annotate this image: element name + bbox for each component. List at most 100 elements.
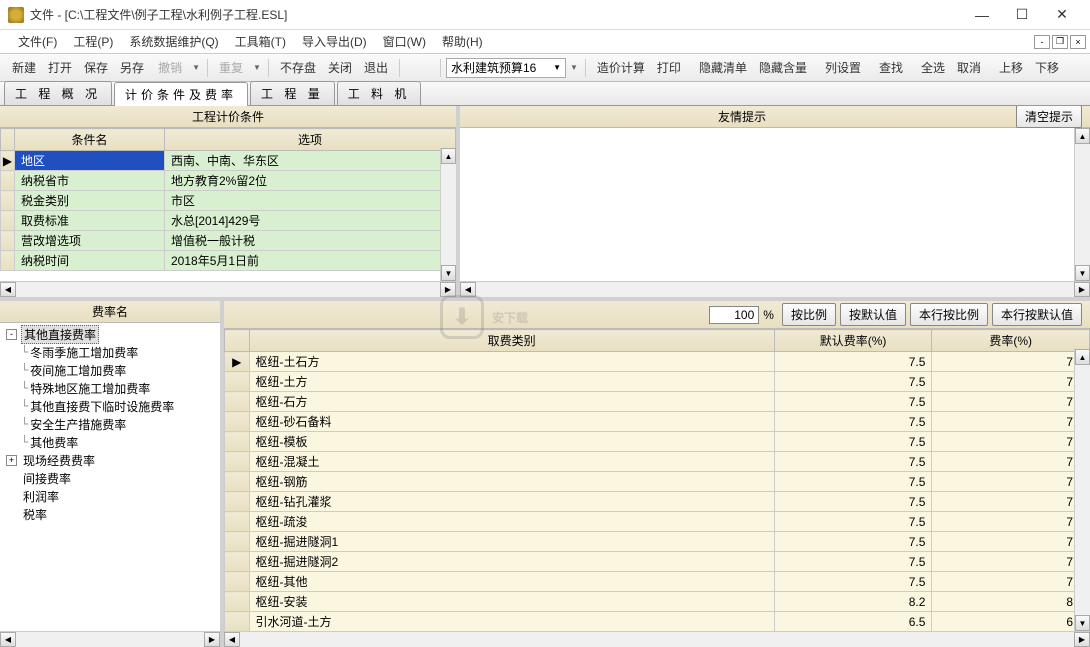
tab-3[interactable]: 工 料 机 bbox=[337, 81, 422, 105]
toolbar-新建[interactable]: 新建 bbox=[6, 59, 42, 77]
rate-tree[interactable]: -其他直接费率└冬雨季施工增加费率└夜间施工增加费率└特殊地区施工增加费率└其他… bbox=[0, 323, 220, 631]
tab-0[interactable]: 工 程 概 况 bbox=[4, 81, 112, 105]
conditions-col-value[interactable]: 选项 bbox=[165, 129, 456, 151]
scroll-left-icon[interactable]: ◀ bbox=[224, 632, 240, 647]
rate-row[interactable]: 枢纽-疏浚7.57.5 bbox=[225, 512, 1090, 532]
tips-hscroll[interactable]: ◀ ▶ bbox=[460, 281, 1090, 297]
mdi-minimize[interactable]: - bbox=[1034, 35, 1050, 49]
toolbar-关闭[interactable]: 关闭 bbox=[322, 59, 358, 77]
tree-node[interactable]: └其他费率 bbox=[2, 433, 218, 451]
scroll-up-icon[interactable]: ▲ bbox=[1075, 349, 1090, 365]
undo-dropdown-arrow[interactable]: ▼ bbox=[190, 63, 202, 72]
tree-node[interactable]: └冬雨季施工增加费率 bbox=[2, 343, 218, 361]
minimize-button[interactable]: — bbox=[962, 1, 1002, 29]
toolbar-退出[interactable]: 退出 bbox=[358, 59, 394, 77]
rate-row[interactable]: 枢纽-砂石备料7.57.5 bbox=[225, 412, 1090, 432]
tree-node[interactable]: -其他直接费率 bbox=[2, 325, 218, 343]
toolbar-隐藏清单[interactable]: 隐藏清单 bbox=[693, 59, 753, 77]
tree-node[interactable]: └其他直接费下临时设施费率 bbox=[2, 397, 218, 415]
menu-item-6[interactable]: 帮助(H) bbox=[434, 33, 491, 51]
rate-row[interactable]: 枢纽-钻孔灌浆7.57.5 bbox=[225, 492, 1090, 512]
template-dropdown[interactable]: 水利建筑预算16 ▼ bbox=[446, 58, 566, 78]
rate-row[interactable]: 枢纽-掘进隧洞27.57.5 bbox=[225, 552, 1090, 572]
toolbar-不存盘[interactable]: 不存盘 bbox=[274, 59, 322, 77]
scroll-right-icon[interactable]: ▶ bbox=[204, 632, 220, 647]
maximize-button[interactable]: ☐ bbox=[1002, 1, 1042, 29]
rate-btn-1[interactable]: 按默认值 bbox=[840, 303, 906, 326]
conditions-row[interactable]: 税金类别市区 bbox=[1, 191, 456, 211]
toolbar-下移[interactable]: 下移 bbox=[1029, 59, 1065, 77]
toolbar-查找[interactable]: 查找 bbox=[873, 59, 909, 77]
tree-node[interactable]: +现场经费费率 bbox=[2, 451, 218, 469]
menu-item-2[interactable]: 系统数据维护(Q) bbox=[121, 33, 226, 51]
scroll-down-icon[interactable]: ▼ bbox=[1075, 615, 1090, 631]
rate-btn-0[interactable]: 按比例 bbox=[782, 303, 836, 326]
rate-row[interactable]: 引水河道-土方6.56.5 bbox=[225, 612, 1090, 632]
conditions-row[interactable]: 纳税时间2018年5月1日前 bbox=[1, 251, 456, 271]
scroll-right-icon[interactable]: ▶ bbox=[440, 282, 456, 297]
rate-row[interactable]: 枢纽-石方7.57.5 bbox=[225, 392, 1090, 412]
redo-dropdown-arrow[interactable]: ▼ bbox=[251, 63, 263, 72]
redo-button[interactable]: 重复 bbox=[213, 57, 249, 78]
rate-row[interactable]: 枢纽-混凝土7.57.5 bbox=[225, 452, 1090, 472]
menu-item-5[interactable]: 窗口(W) bbox=[375, 33, 434, 51]
mdi-close[interactable]: × bbox=[1070, 35, 1086, 49]
tree-node[interactable]: 税率 bbox=[2, 505, 218, 523]
toolbar-打开[interactable]: 打开 bbox=[42, 59, 78, 77]
clear-tips-button[interactable]: 清空提示 bbox=[1016, 106, 1082, 128]
tree-node[interactable]: └安全生产措施费率 bbox=[2, 415, 218, 433]
toolbar-造价计算[interactable]: 造价计算 bbox=[591, 59, 651, 77]
scroll-left-icon[interactable]: ◀ bbox=[0, 632, 16, 647]
menu-item-1[interactable]: 工程(P) bbox=[65, 33, 121, 51]
tips-scrollbar[interactable]: ▲ ▼ bbox=[1074, 128, 1090, 281]
conditions-row[interactable]: 纳税省市地方教育2%留2位 bbox=[1, 171, 456, 191]
scroll-right-icon[interactable]: ▶ bbox=[1074, 632, 1090, 647]
rate-scrollbar[interactable]: ▲ ▼ bbox=[1074, 349, 1090, 631]
toolbar-打印[interactable]: 打印 bbox=[651, 59, 687, 77]
undo-button[interactable]: 撤销 bbox=[152, 57, 188, 78]
scroll-down-icon[interactable]: ▼ bbox=[441, 265, 456, 281]
mdi-restore[interactable]: ❐ bbox=[1052, 35, 1068, 49]
tree-node[interactable]: 利润率 bbox=[2, 487, 218, 505]
rate-percent-input[interactable] bbox=[709, 306, 759, 324]
conditions-grid[interactable]: 条件名 选项 ▶地区西南、中南、华东区纳税省市地方教育2%留2位税金类别市区取费… bbox=[0, 128, 456, 271]
conditions-row[interactable]: 营改增选项增值税一般计税 bbox=[1, 231, 456, 251]
tree-node[interactable]: 间接费率 bbox=[2, 469, 218, 487]
rate-row[interactable]: ▶枢纽-土石方7.57.5 bbox=[225, 352, 1090, 372]
rate-row[interactable]: 枢纽-其他7.57.5 bbox=[225, 572, 1090, 592]
rate-hscroll[interactable]: ◀ ▶ bbox=[224, 631, 1090, 647]
scroll-left-icon[interactable]: ◀ bbox=[460, 282, 476, 297]
tree-hscroll[interactable]: ◀ ▶ bbox=[0, 631, 220, 647]
conditions-row[interactable]: ▶地区西南、中南、华东区 bbox=[1, 151, 456, 171]
menu-item-4[interactable]: 导入导出(D) bbox=[294, 33, 375, 51]
rate-row[interactable]: 枢纽-安装8.28.2 bbox=[225, 592, 1090, 612]
close-button[interactable]: ✕ bbox=[1042, 1, 1082, 29]
toolbar-保存[interactable]: 保存 bbox=[78, 59, 114, 77]
scroll-left-icon[interactable]: ◀ bbox=[0, 282, 16, 297]
rate-col-rate[interactable]: 费率(%) bbox=[932, 330, 1090, 352]
menu-item-0[interactable]: 文件(F) bbox=[10, 33, 65, 51]
tree-node[interactable]: └特殊地区施工增加费率 bbox=[2, 379, 218, 397]
menu-item-3[interactable]: 工具箱(T) bbox=[227, 33, 294, 51]
toolbar-列设置[interactable]: 列设置 bbox=[819, 59, 867, 77]
conditions-row[interactable]: 取费标准水总[2014]429号 bbox=[1, 211, 456, 231]
rate-row[interactable]: 枢纽-掘进隧洞17.57.5 bbox=[225, 532, 1090, 552]
scroll-down-icon[interactable]: ▼ bbox=[1075, 265, 1090, 281]
rate-row[interactable]: 枢纽-土方7.57.5 bbox=[225, 372, 1090, 392]
rate-grid[interactable]: 取费类别 默认费率(%) 费率(%) ▶枢纽-土石方7.57.5枢纽-土方7.5… bbox=[224, 329, 1090, 631]
template-dropdown-ext[interactable]: ▼ bbox=[568, 63, 580, 72]
rate-col-category[interactable]: 取费类别 bbox=[249, 330, 774, 352]
toolbar-取消[interactable]: 取消 bbox=[951, 59, 987, 77]
rate-row[interactable]: 枢纽-模板7.57.5 bbox=[225, 432, 1090, 452]
toolbar-隐藏含量[interactable]: 隐藏含量 bbox=[753, 59, 813, 77]
rate-col-default[interactable]: 默认费率(%) bbox=[774, 330, 932, 352]
toolbar-另存[interactable]: 另存 bbox=[114, 59, 150, 77]
conditions-hscroll[interactable]: ◀ ▶ bbox=[0, 281, 456, 297]
tab-1[interactable]: 计价条件及费率 bbox=[114, 82, 248, 106]
tree-expand-icon[interactable]: - bbox=[6, 329, 17, 340]
scroll-right-icon[interactable]: ▶ bbox=[1074, 282, 1090, 297]
tree-node[interactable]: └夜间施工增加费率 bbox=[2, 361, 218, 379]
scroll-up-icon[interactable]: ▲ bbox=[441, 148, 456, 164]
rate-btn-2[interactable]: 本行按比例 bbox=[910, 303, 988, 326]
conditions-scrollbar[interactable]: ▲ ▼ bbox=[440, 148, 456, 281]
